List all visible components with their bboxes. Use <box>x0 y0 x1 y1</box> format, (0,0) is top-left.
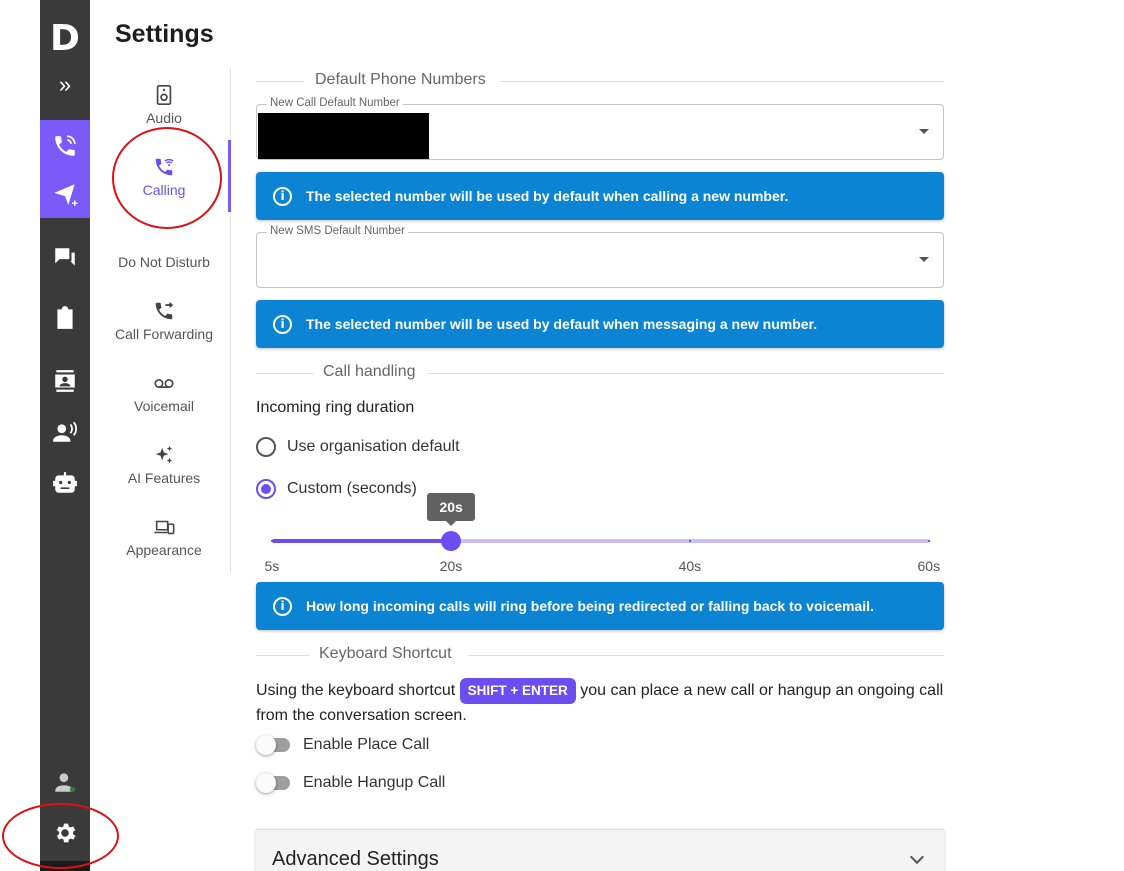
new-sms-default-number-select[interactable]: New SMS Default Number <box>256 225 944 288</box>
slider-mark-label: 20s <box>439 558 463 574</box>
slider-tick <box>689 540 692 542</box>
field-label: New SMS Default Number <box>267 225 408 237</box>
section-title: Default Phone Numbers <box>315 71 486 88</box>
gear-icon <box>56 823 76 843</box>
toggle-switch[interactable] <box>256 773 292 793</box>
new-message-button[interactable] <box>40 176 90 212</box>
toggle-label: Enable Hangup Call <box>303 774 446 791</box>
shortcut-text-before: Using the keyboard shortcut <box>256 682 460 700</box>
subnav-active-indicator <box>228 140 231 212</box>
slider-thumb[interactable] <box>441 531 462 551</box>
subnav-item-voicemail[interactable]: Voicemail <box>100 368 228 414</box>
expand-rail-button[interactable]: » <box>40 72 90 98</box>
ring-duration-info-alert: i How long incoming calls will ring befo… <box>256 582 944 630</box>
subnav-item-do-not-disturb[interactable]: Do Not Disturb <box>100 224 228 270</box>
new-call-button[interactable] <box>40 128 90 164</box>
contacts-icon <box>55 370 75 392</box>
tasks-button[interactable] <box>40 300 90 336</box>
info-icon: i <box>273 186 292 206</box>
subnav-item-ai-features[interactable]: AI Features <box>100 440 228 486</box>
shortcut-description: Using the keyboard shortcut SHIFT + ENTE… <box>256 678 944 728</box>
slider-fill <box>272 539 452 543</box>
robot-icon <box>53 472 77 493</box>
subnav-item-label: Voicemail <box>134 398 194 414</box>
voice-button[interactable] <box>40 414 90 450</box>
call-default-info-alert: i The selected number will be used by de… <box>256 172 944 220</box>
slider-tick <box>271 540 273 542</box>
ring-duration-label: Incoming ring duration <box>256 399 415 416</box>
toggle-enable-hangup-call[interactable]: Enable Hangup Call <box>256 773 445 793</box>
section-default-phone-numbers: Default Phone Numbers <box>256 71 944 91</box>
user-status-icon <box>55 773 76 793</box>
sparkles-icon <box>155 445 173 464</box>
field-label: New Call Default Number <box>267 97 403 109</box>
info-icon: i <box>273 596 292 616</box>
alert-text: The selected number will be used by defa… <box>306 188 789 204</box>
toggle-enable-place-call[interactable]: Enable Place Call <box>256 735 429 755</box>
radio-custom-seconds[interactable]: Custom (seconds) <box>256 478 417 500</box>
radio-label: Use organisation default <box>287 438 460 455</box>
page-title: Settings <box>115 20 214 48</box>
toggle-label: Enable Place Call <box>303 736 430 753</box>
subnav-item-calling[interactable]: Calling <box>100 152 228 198</box>
subnav-item-audio[interactable]: Audio <box>100 80 228 126</box>
section-title: Call handling <box>323 363 416 380</box>
radio-circle[interactable] <box>256 479 276 499</box>
subnav-item-label: Do Not Disturb <box>118 254 210 270</box>
radio-label: Custom (seconds) <box>287 480 417 497</box>
section-title: Keyboard Shortcut <box>319 645 452 662</box>
slider-mark-label: 60s <box>917 558 941 574</box>
chat-icon <box>55 248 75 266</box>
subnav-item-label: Call Forwarding <box>114 326 214 342</box>
contacts-button[interactable] <box>40 363 90 399</box>
section-call-handling: Call handling <box>256 363 944 383</box>
phone-wifi-icon <box>155 158 174 176</box>
sms-default-info-alert: i The selected number will be used by de… <box>256 300 944 348</box>
subnav-item-label: Audio <box>146 110 182 126</box>
slider-tick <box>928 540 930 542</box>
slider-mark-label: 40s <box>678 558 702 574</box>
rail-footer <box>40 861 90 871</box>
alert-text: How long incoming calls will ring before… <box>306 598 874 614</box>
voicemail-icon <box>154 378 174 388</box>
app-rail: D » <box>40 0 90 871</box>
user-status-button[interactable] <box>40 764 90 800</box>
subnav-item-label: AI Features <box>127 470 201 486</box>
section-keyboard-shortcut: Keyboard Shortcut <box>256 645 944 665</box>
clipboard-icon <box>57 306 73 329</box>
send-plus-icon <box>54 184 78 206</box>
subnav-item-appearance[interactable]: Appearance <box>100 512 228 558</box>
alert-text: The selected number will be used by defa… <box>306 316 818 332</box>
new-call-default-number-select[interactable]: New Call Default Number <box>256 97 944 160</box>
phone-forward-icon <box>155 301 174 320</box>
info-icon: i <box>273 314 292 334</box>
devices-icon <box>154 520 175 535</box>
shortcut-key-badge: SHIFT + ENTER <box>459 678 576 704</box>
radio-use-org-default[interactable]: Use organisation default <box>256 436 460 458</box>
slider-mark-label: 5s <box>264 558 280 574</box>
caret-down-icon <box>919 129 929 134</box>
slider-value-tooltip: 20s <box>427 493 476 526</box>
phone-plus-icon <box>55 135 76 156</box>
chevron-down-icon[interactable] <box>909 849 925 865</box>
accordion-title: Advanced Settings <box>272 848 439 870</box>
caret-down-icon <box>919 257 929 262</box>
advanced-settings-accordion[interactable]: Advanced Settings <box>256 829 944 871</box>
subnav-item-label: Calling <box>142 182 186 198</box>
app-logo[interactable]: D <box>40 18 90 59</box>
settings-button[interactable] <box>40 815 90 851</box>
subnav-item-label: Appearance <box>126 542 202 558</box>
conversations-button[interactable] <box>40 240 90 276</box>
moon-icon <box>156 229 166 249</box>
radio-circle[interactable] <box>256 437 276 457</box>
toggle-switch[interactable] <box>256 735 292 755</box>
ai-bot-button[interactable] <box>40 465 90 501</box>
redacted-number <box>258 113 429 159</box>
speaker-icon <box>156 85 172 105</box>
subnav-item-call-forwarding[interactable]: Call Forwarding <box>100 296 228 342</box>
voice-user-icon <box>53 421 78 442</box>
